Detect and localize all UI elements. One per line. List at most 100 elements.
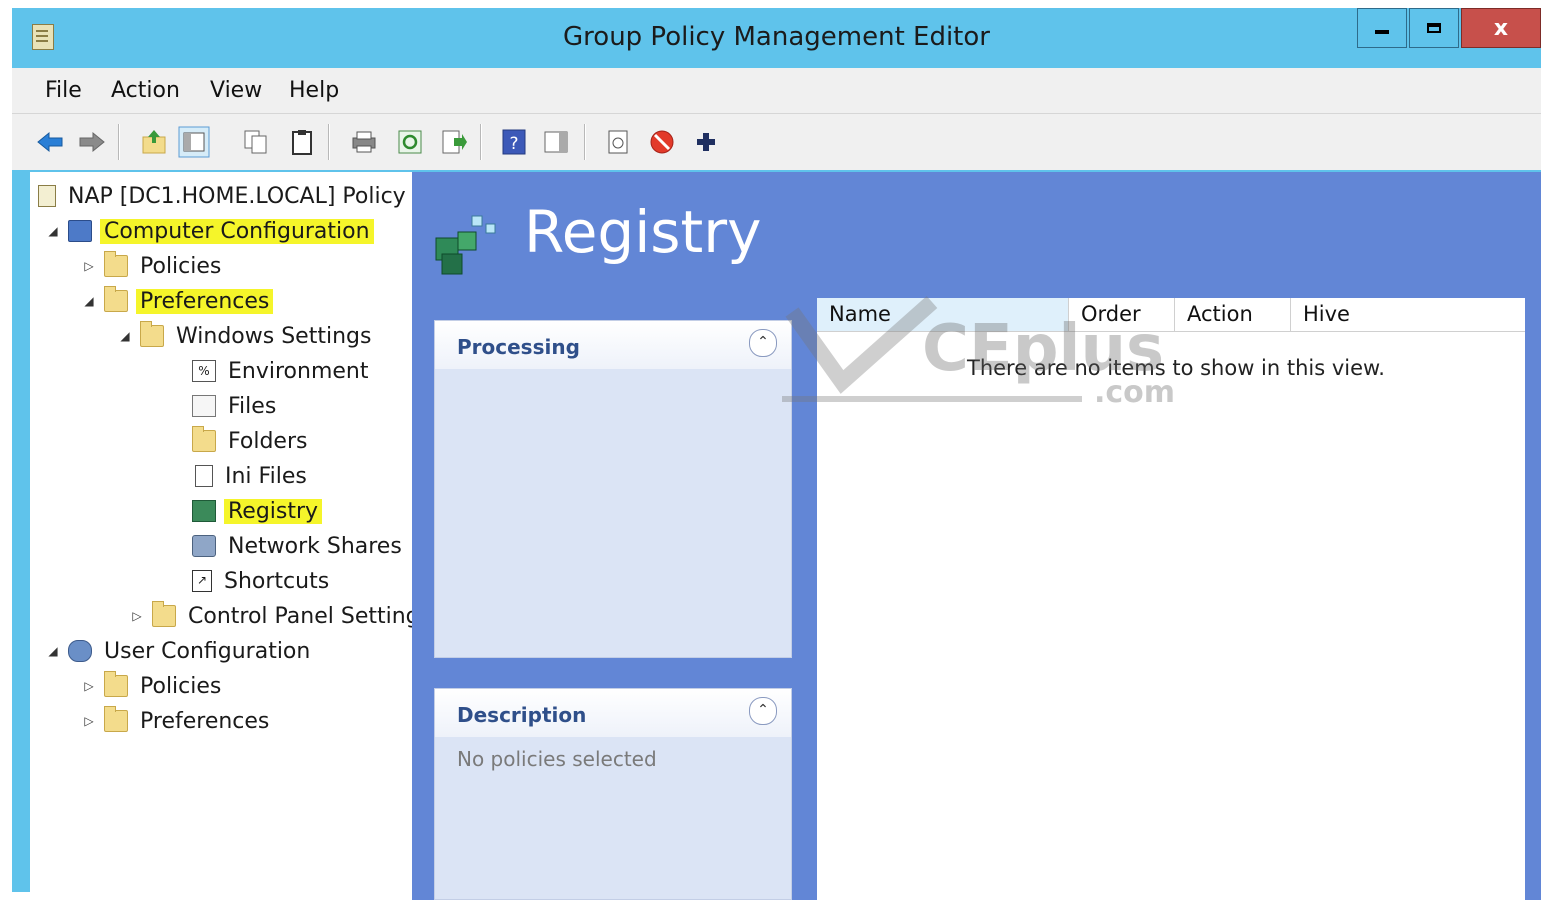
collapse-chevron-icon[interactable]: ⌃ [749, 697, 777, 725]
toolbar-separator [328, 124, 329, 160]
expand-arrow-icon[interactable]: ◢ [46, 644, 60, 658]
tree-ini-files[interactable]: Ini Files [192, 460, 311, 492]
tree-environment[interactable]: % Environment [192, 355, 372, 387]
minimize-icon [1375, 30, 1389, 34]
windows-settings-label: Windows Settings [176, 323, 372, 349]
column-header-action[interactable]: Action [1175, 298, 1291, 332]
disable-icon[interactable] [648, 128, 676, 156]
tree-control-panel-settings[interactable]: ▷ Control Panel Settings [130, 600, 413, 632]
print-icon[interactable] [350, 128, 378, 156]
policy-document-icon [38, 185, 56, 207]
svg-text:?: ? [509, 134, 518, 154]
description-panel: Description ⌃ No policies selected [434, 688, 792, 900]
user-configuration-label: User Configuration [104, 638, 311, 664]
title-bar[interactable]: Group Policy Management Editor x [12, 8, 1541, 68]
menu-view[interactable]: View [210, 78, 262, 103]
back-arrow-icon[interactable] [36, 128, 64, 156]
items-list-view[interactable]: Name Order Action Hive There are no item… [817, 298, 1525, 900]
empty-list-message: There are no items to show in this view. [967, 356, 1385, 380]
paste-icon[interactable] [288, 128, 316, 156]
tree-files[interactable]: Files [192, 390, 280, 422]
toolbar-separator [480, 124, 481, 160]
registry-icon [192, 500, 216, 522]
tree-policies[interactable]: ▷ Policies [82, 250, 225, 282]
collapse-arrow-icon[interactable]: ▷ [82, 714, 96, 728]
copy-icon[interactable] [242, 128, 270, 156]
folder-icon [104, 286, 128, 312]
tree-user-preferences[interactable]: ▷ Preferences [82, 705, 273, 737]
xml-icon[interactable] [604, 128, 632, 156]
tree-computer-configuration[interactable]: ◢ Computer Configuration [46, 215, 374, 247]
control-panel-folder-icon [152, 601, 176, 627]
menu-help[interactable]: Help [289, 78, 339, 103]
preferences-label: Preferences [136, 288, 274, 314]
shortcut-icon: ↗ [192, 570, 212, 592]
description-panel-header[interactable]: Description ⌃ [435, 689, 791, 737]
registry-large-icon [435, 215, 496, 275]
maximize-button[interactable] [1409, 8, 1459, 48]
up-folder-icon[interactable] [140, 128, 168, 156]
close-icon: x [1493, 15, 1509, 41]
user-preferences-label: Preferences [140, 708, 270, 734]
files-label: Files [228, 393, 277, 419]
column-header-order[interactable]: Order [1069, 298, 1175, 332]
tree-root-label: NAP [DC1.HOME.LOCAL] Policy [68, 183, 406, 209]
menu-action[interactable]: Action [111, 78, 180, 103]
tree-root[interactable]: NAP [DC1.HOME.LOCAL] Policy [38, 180, 410, 212]
show-hide-action-pane-icon[interactable] [542, 128, 570, 156]
main-window: Group Policy Management Editor x File Ac… [12, 8, 1541, 900]
show-hide-tree-icon[interactable] [178, 126, 210, 158]
export-list-icon[interactable] [440, 128, 468, 156]
column-header-hive[interactable]: Hive [1291, 298, 1525, 332]
control-panel-settings-label: Control Panel Settings [188, 603, 413, 629]
close-button[interactable]: x [1461, 8, 1541, 48]
files-icon [192, 395, 216, 417]
policies-label: Policies [140, 253, 222, 279]
users-icon [68, 640, 92, 662]
environment-icon: % [192, 360, 216, 382]
folder-icon [104, 671, 128, 697]
column-header-name[interactable]: Name [817, 298, 1069, 332]
environment-label: Environment [228, 358, 369, 384]
add-icon[interactable] [692, 128, 720, 156]
toolbar: ? [12, 114, 1541, 172]
description-title: Description [457, 703, 587, 727]
help-icon[interactable]: ? [500, 128, 528, 156]
refresh-icon[interactable] [396, 128, 424, 156]
collapse-chevron-icon[interactable]: ⌃ [749, 329, 777, 357]
expand-arrow-icon[interactable]: ◢ [46, 224, 60, 238]
folder-icon [140, 321, 164, 347]
collapse-arrow-icon[interactable]: ▷ [82, 259, 96, 273]
shortcuts-label: Shortcuts [224, 568, 330, 594]
tree-preferences[interactable]: ◢ Preferences [82, 285, 274, 317]
description-text: No policies selected [457, 747, 657, 771]
ini-file-icon [195, 465, 213, 487]
tree-windows-settings[interactable]: ◢ Windows Settings [118, 320, 375, 352]
minimize-button[interactable] [1357, 8, 1407, 48]
processing-panel-header[interactable]: Processing ⌃ [435, 321, 791, 369]
folder-icon [192, 426, 216, 452]
toolbar-separator [584, 124, 585, 160]
tree-user-policies[interactable]: ▷ Policies [82, 670, 225, 702]
collapse-arrow-icon[interactable]: ▷ [130, 609, 144, 623]
tree-shortcuts[interactable]: ↗ Shortcuts [192, 565, 333, 597]
expand-arrow-icon[interactable]: ◢ [82, 294, 96, 308]
folders-label: Folders [228, 428, 308, 454]
tree-network-shares[interactable]: Network Shares [192, 530, 406, 562]
tree-registry[interactable]: Registry [192, 495, 323, 527]
network-shares-label: Network Shares [228, 533, 402, 559]
window-title: Group Policy Management Editor [563, 22, 990, 52]
folder-icon [104, 251, 128, 277]
collapse-arrow-icon[interactable]: ▷ [82, 679, 96, 693]
computer-icon [68, 220, 92, 242]
expand-arrow-icon[interactable]: ◢ [118, 329, 132, 343]
registry-label: Registry [224, 498, 323, 524]
forward-arrow-icon[interactable] [78, 128, 106, 156]
computer-configuration-label: Computer Configuration [100, 218, 374, 244]
menu-bar: File Action View Help [12, 68, 1541, 114]
tree-user-configuration[interactable]: ◢ User Configuration [46, 635, 314, 667]
details-pane: Registry Processing ⌃ Description ⌃ No p… [412, 172, 1541, 900]
menu-file[interactable]: File [45, 78, 82, 103]
user-policies-label: Policies [140, 673, 222, 699]
tree-folders[interactable]: Folders [192, 425, 311, 457]
